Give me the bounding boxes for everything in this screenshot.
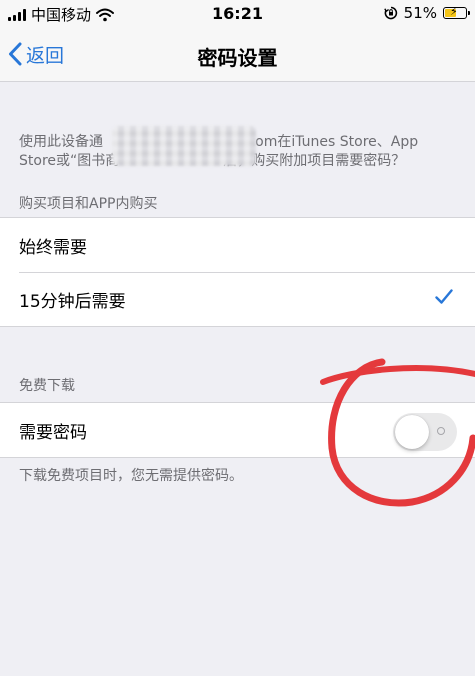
battery-charging-icon: ⚡ [443, 6, 470, 19]
require-password-label: 需要密码 [19, 422, 87, 443]
option-label: 15分钟后需要 [19, 291, 126, 312]
purchase-options-group: 始终需要 15分钟后需要 [0, 217, 475, 327]
status-right: 51% ⚡ [383, 4, 470, 22]
description-line1-start: 使用此设备通 [19, 134, 103, 150]
battery-percentage: 51% [403, 4, 437, 22]
free-downloads-group: 需要密码 [0, 402, 475, 458]
section-header-free-downloads: 免费下载 [19, 378, 75, 394]
description-line1-end: .com在iTunes Store、App [243, 134, 419, 150]
toggle-off-indicator-icon [437, 427, 445, 435]
option-require-after-15-minutes[interactable]: 15分钟后需要 [0, 272, 475, 326]
checkmark-icon [435, 289, 453, 304]
option-always-require[interactable]: 始终需要 [0, 218, 475, 272]
page-title: 密码设置 [197, 46, 278, 70]
free-download-footer-note: 下载免费项目时，您无需提供密码。 [19, 468, 243, 484]
require-password-row: 需要密码 [0, 403, 475, 457]
redacted-account-mask [112, 126, 256, 166]
orientation-lock-icon [383, 6, 397, 20]
description-line2-start: Store或“图书商 [19, 153, 120, 169]
red-circle-annotation [320, 358, 475, 507]
section-header-purchases: 购买项目和APP内购买 [19, 196, 158, 212]
toggle-knob [395, 415, 429, 449]
navigation-bar: 返回 密码设置 [0, 28, 475, 82]
status-bar: 中国移动 16:21 51% ⚡ [0, 0, 475, 28]
require-password-toggle[interactable] [393, 413, 457, 451]
option-label: 始终需要 [19, 237, 87, 258]
